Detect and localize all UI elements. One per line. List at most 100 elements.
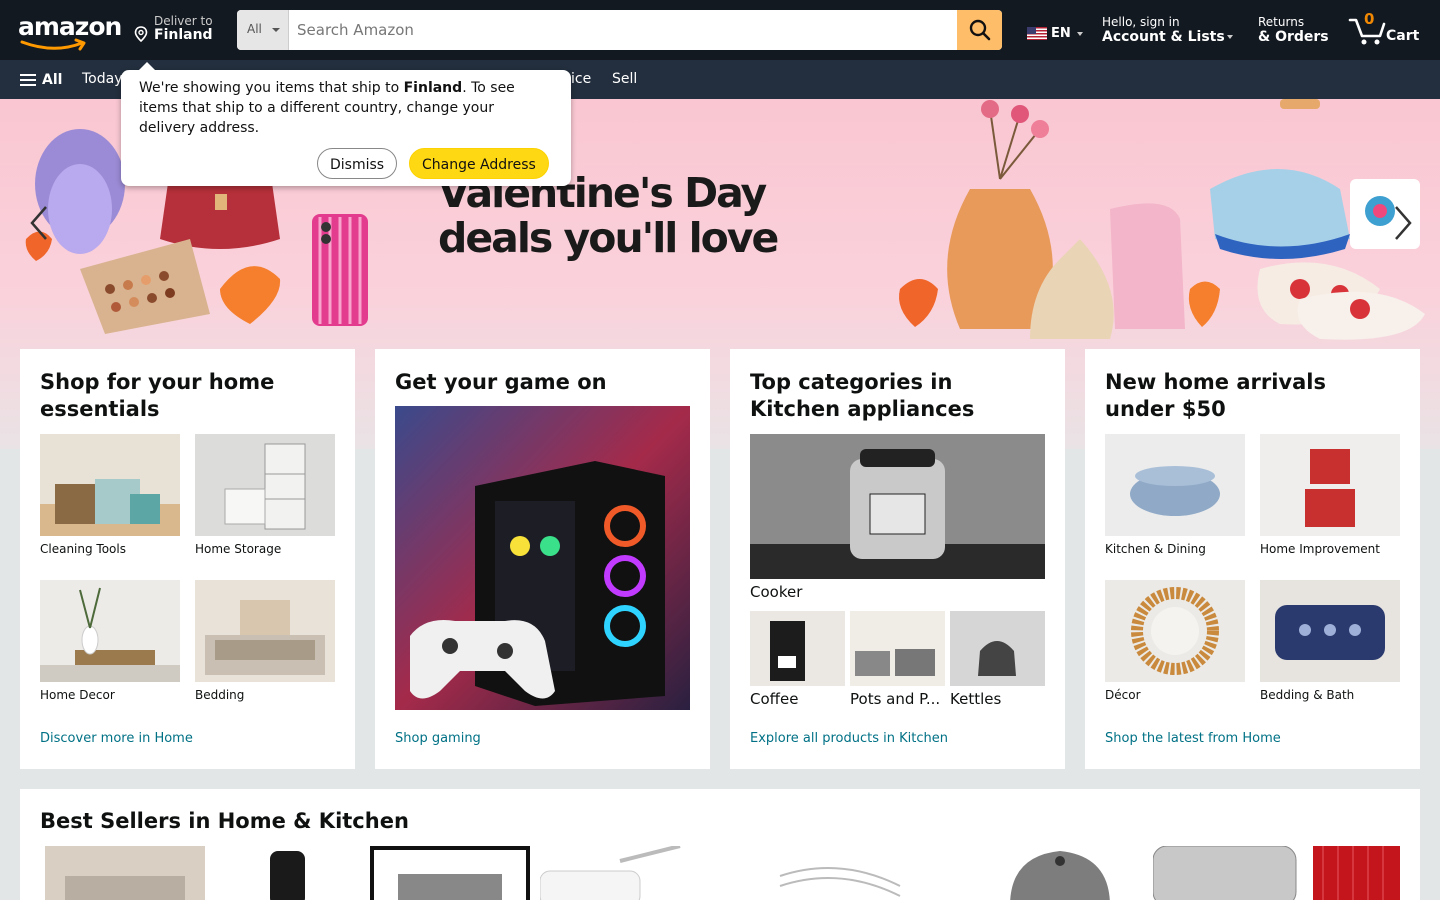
search-icon [969,19,990,41]
nav-link-customer-service[interactable]: ice [571,71,591,87]
popover-message: We're showing you items that ship to Fin… [139,78,553,138]
kitchen-item-pots[interactable]: Pots and P... [850,611,945,708]
deliver-country: Finland [154,27,213,43]
grid-item-label: Décor [1105,688,1141,702]
carousel-next-icon[interactable] [1388,203,1418,243]
popover-country: Finland [403,80,463,96]
cart-count: 0 [1364,10,1375,28]
chevron-down-icon [1076,31,1083,36]
change-address-button[interactable]: Change Address [409,148,549,179]
best-seller-humidifier-image[interactable] [540,846,690,900]
account-label: Account & Lists [1102,29,1225,45]
grid-item-label: Home Improvement [1260,542,1380,556]
grid-item-label: Home Storage [195,542,282,556]
coffee-maker-image [750,611,845,686]
grid-item-bedding[interactable]: Bedding [195,580,335,702]
hero-title-line2: deals you'll love [438,214,779,262]
dismiss-button[interactable]: Dismiss [317,148,398,179]
nav-link-sell[interactable]: Sell [612,71,637,87]
home-improvement-image [1260,434,1400,536]
grid-item-home-improvement[interactable]: Home Improvement [1260,434,1400,556]
all-menu-label: All [42,72,63,88]
grid-item-home-storage[interactable]: Home Storage [195,434,335,556]
location-pin-icon [134,26,148,42]
decor-mirror-image [1105,580,1245,682]
best-seller-heater-image[interactable] [990,846,1140,900]
kettle-image [950,611,1045,686]
kitchen-item-coffee[interactable]: Coffee [750,611,845,708]
all-menu-button[interactable]: All [20,72,62,88]
home-decor-image [40,580,180,682]
shop-gaming-link[interactable]: Shop gaming [395,731,481,746]
cooker-label: Cooker [750,583,803,601]
search-bar: All [237,10,1002,50]
kitchen-main-item[interactable]: Cooker [750,434,1045,601]
chevron-down-icon [1226,35,1233,39]
best-seller-curtain-image[interactable] [1313,846,1400,900]
hamburger-icon [20,73,36,87]
best-seller-bottle-image[interactable] [255,846,320,900]
cart-label: Cart [1386,28,1420,44]
search-button[interactable] [957,10,1002,50]
grid-item-label: Home Decor [40,688,115,702]
best-seller-frame-image[interactable] [370,846,530,900]
top-nav: amazon Deliver to Finland All EN [0,0,1440,60]
grid-item-label: Cleaning Tools [40,542,126,556]
discover-home-link[interactable]: Discover more in Home [40,731,193,746]
pots-image [850,611,945,686]
us-flag-icon [1027,27,1047,40]
cart-button[interactable]: 0 Cart [1348,10,1428,48]
best-seller-bed-image[interactable] [45,846,205,900]
language-selector[interactable]: EN [1027,26,1083,41]
grid-item-home-decor[interactable]: Home Decor [40,580,180,702]
returns-label: Returns [1258,15,1305,29]
nav-link-today[interactable]: Today [82,71,123,87]
best-sellers-title: Best Sellers in Home & Kitchen [40,809,409,833]
best-seller-fridge-image[interactable] [1153,846,1298,900]
grid-item-label: Bedding [195,688,245,702]
card-title: Shop for your home essentials [40,370,275,421]
shop-latest-home-link[interactable]: Shop the latest from Home [1105,731,1281,746]
carousel-prev-icon[interactable] [24,203,54,243]
logo-smile-icon [20,38,86,51]
card-new-home-arrivals: New home arrivals under $50 Kitchen & Di… [1085,349,1420,769]
kettles-label: Kettles [950,690,1002,708]
pots-label: Pots and P... [850,690,941,708]
grid-item-cleaning-tools[interactable]: Cleaning Tools [40,434,180,556]
card-kitchen-appliances: Top categories in Kitchen appliances Coo… [730,349,1065,769]
card-title: Get your game on [395,370,607,394]
search-input[interactable] [289,10,957,50]
grid-item-kitchen-dining[interactable]: Kitchen & Dining [1105,434,1245,556]
grid-item-label: Bedding & Bath [1260,688,1355,702]
cleaning-tools-image [40,434,180,536]
account-greeting: Hello, sign in [1102,15,1180,29]
bedding-image [195,580,335,682]
gaming-pc-image[interactable] [395,406,690,710]
best-seller-hangers-image[interactable] [770,846,910,900]
card-home-essentials: Shop for your home essentials Cleaning T… [20,349,355,769]
account-menu[interactable]: Hello, sign in Account & Lists [1102,15,1233,45]
explore-kitchen-link[interactable]: Explore all products in Kitchen [750,731,948,746]
amazon-logo[interactable]: amazon [18,12,122,52]
best-sellers-section: Best Sellers in Home & Kitchen [20,789,1420,900]
grid-item-decor[interactable]: Décor [1105,580,1245,702]
chevron-down-icon [272,28,280,32]
orders-label: & Orders [1258,29,1329,45]
deliver-label: Deliver to [154,14,213,28]
card-title: New home arrivals under $50 [1105,370,1326,421]
kitchen-dining-image [1105,434,1245,536]
hero-products-right-image [899,99,1425,340]
returns-orders[interactable]: Returns & Orders [1258,15,1329,45]
kitchen-item-kettles[interactable]: Kettles [950,611,1045,708]
search-category-select[interactable]: All [237,10,289,50]
logo-text: amazon [18,12,122,41]
card-title: Top categories in Kitchen appliances [750,370,975,421]
grid-item-label: Kitchen & Dining [1105,542,1206,556]
grid-item-bedding-bath[interactable]: Bedding & Bath [1260,580,1400,702]
delivery-location-popover: We're showing you items that ship to Fin… [121,62,571,186]
coffee-label: Coffee [750,690,799,708]
search-category-label: All [247,22,262,36]
cooker-image [750,434,1045,579]
bedding-bath-image [1260,580,1400,682]
home-storage-image [195,434,335,536]
